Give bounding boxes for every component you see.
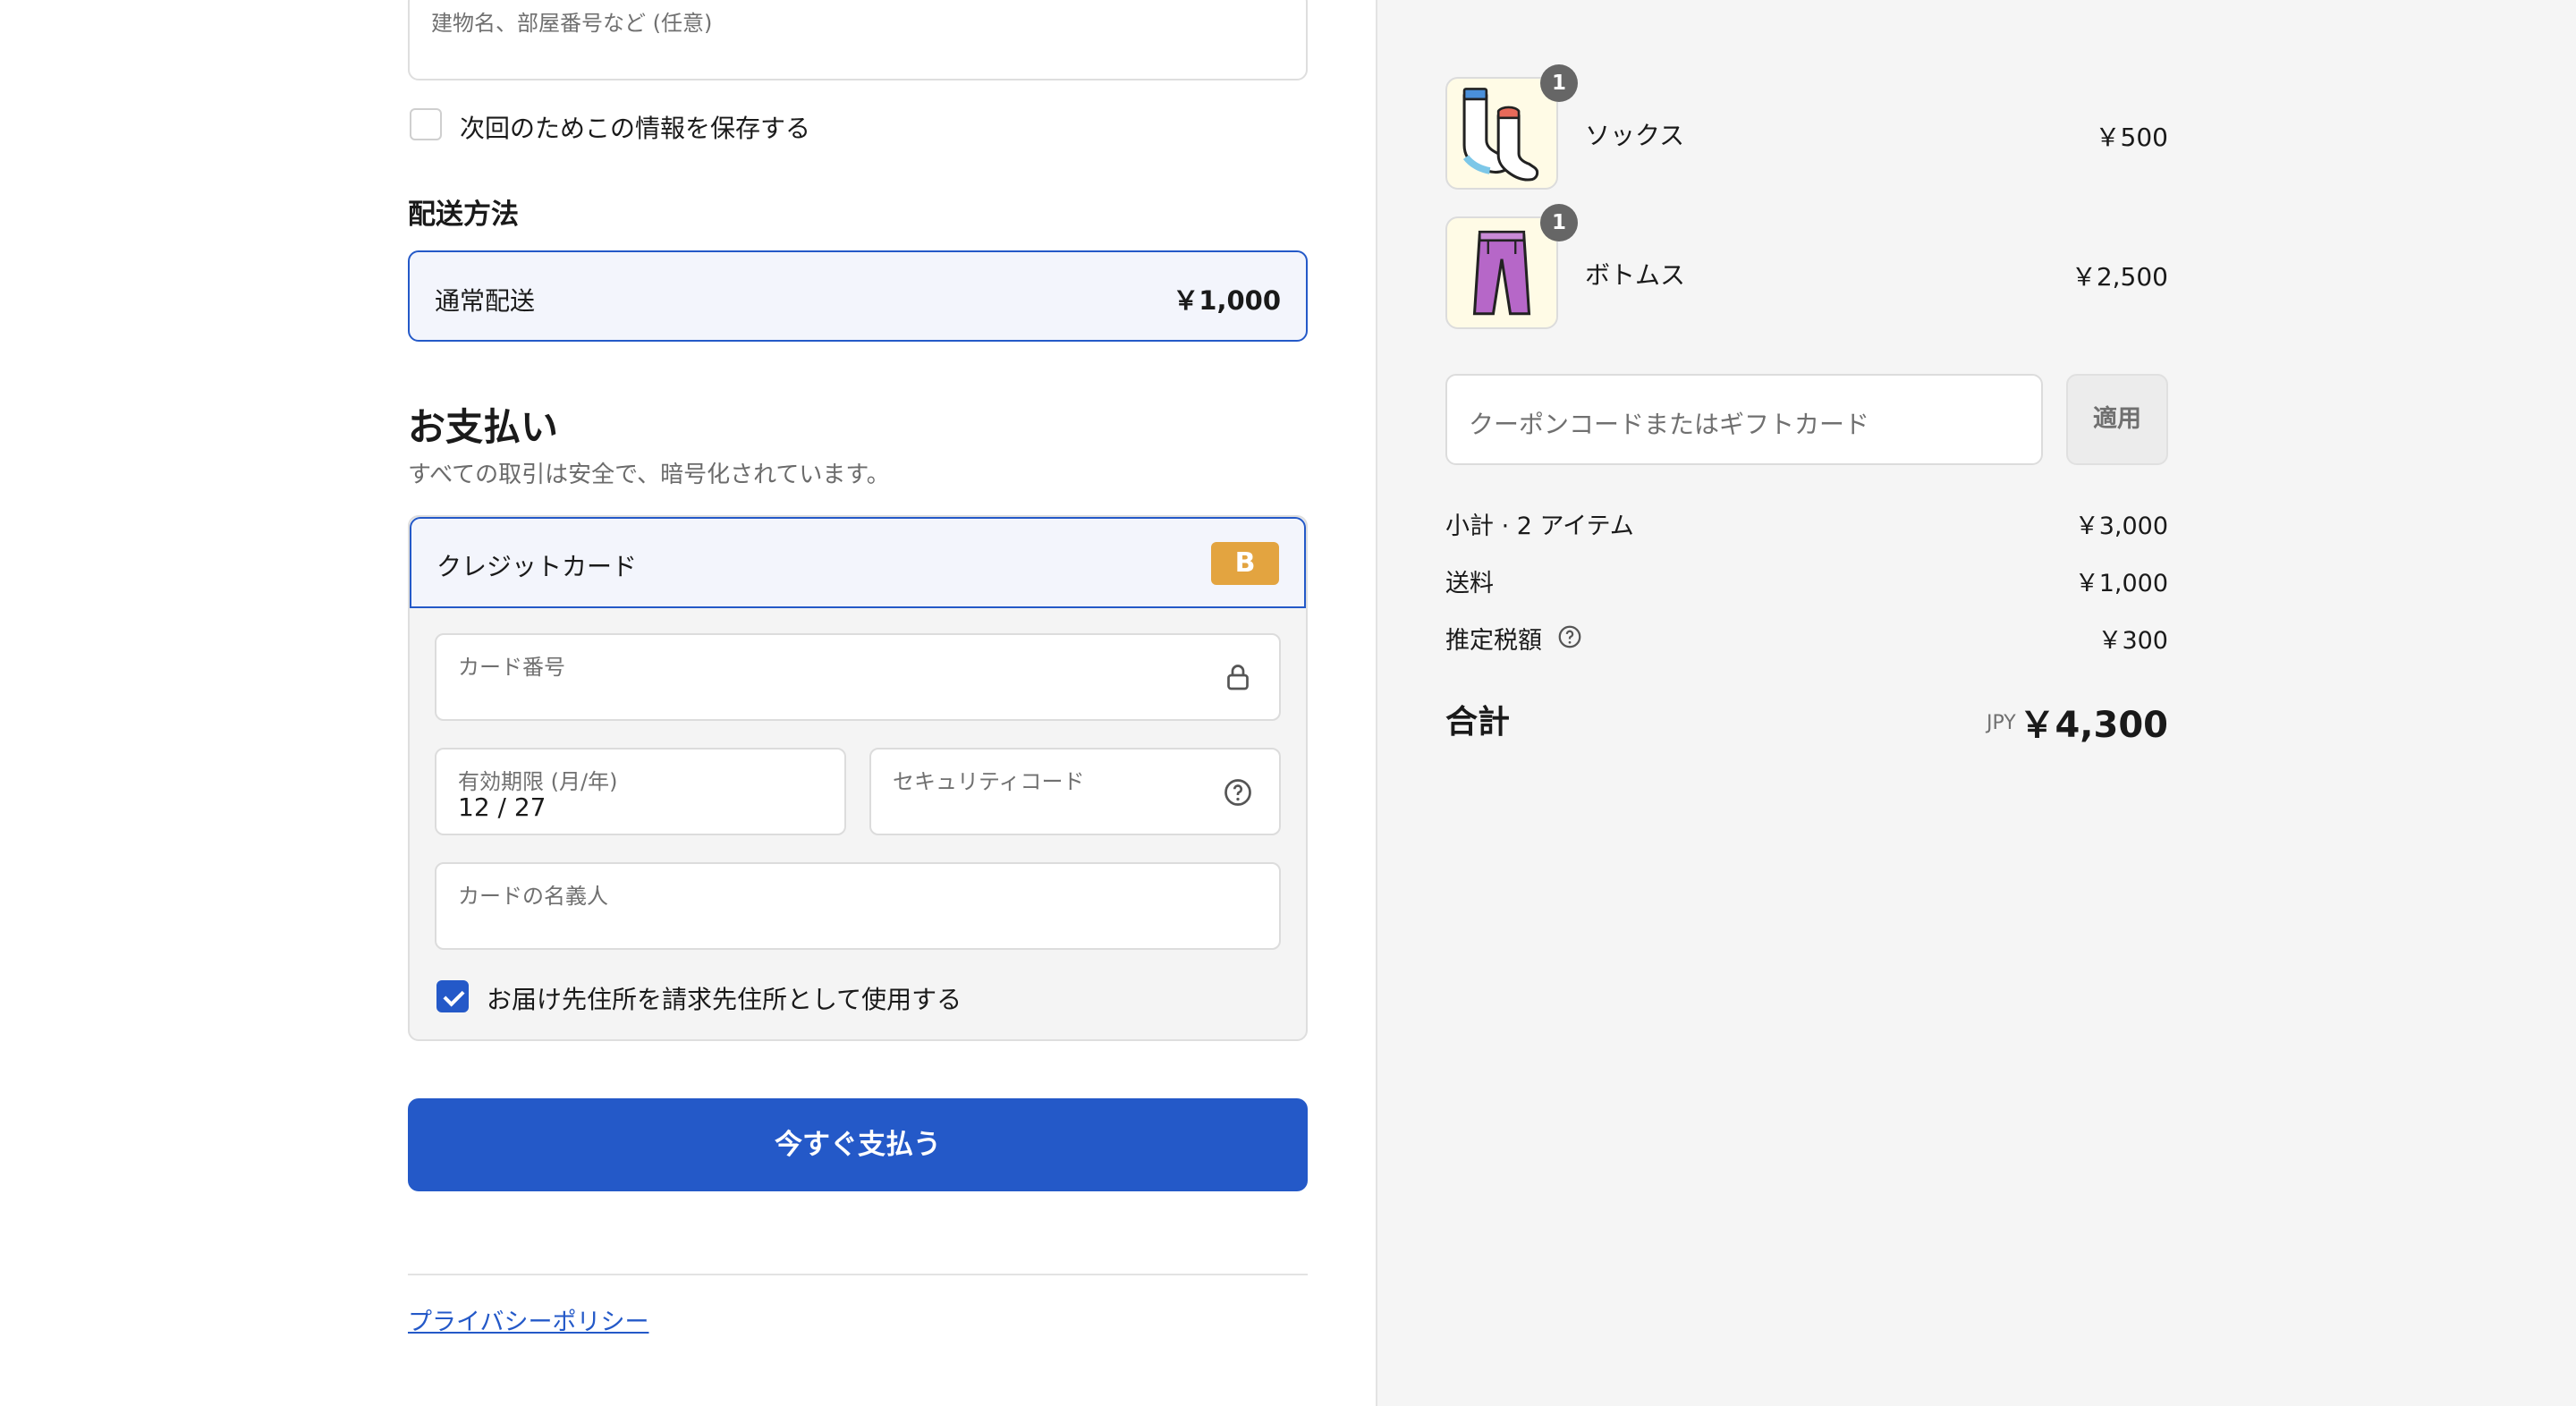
payment-method-name: クレジットカード (436, 552, 638, 581)
item-price: ￥500 (2095, 123, 2168, 152)
card-number-field[interactable]: カード番号 (435, 633, 1281, 721)
item-name: ボトムス (1585, 260, 1686, 290)
total-currency: JPY (1987, 712, 2016, 734)
subtotal-value: ￥3,000 (2074, 512, 2168, 540)
privacy-policy-link[interactable]: プライバシーポリシー (408, 1302, 648, 1337)
expiry-value: 12 / 27 (458, 792, 547, 822)
security-code-label: セキュリティコード (893, 769, 1085, 794)
lock-icon (1227, 665, 1249, 690)
pants-icon (1472, 230, 1531, 316)
item-thumbnail (1445, 77, 1558, 190)
shipping-method-price: ￥1,000 (1173, 285, 1281, 316)
checkout-form-panel: 建物名、部屋番号など (任意) 次回のためこの情報を保存する 配送方法 通常配送… (0, 0, 1376, 1406)
subtotal-label: 小計 · 2 アイテム (1445, 512, 1634, 540)
estimated-tax-label: 推定税額 (1445, 627, 1542, 655)
card-brand-badge: B (1211, 542, 1279, 585)
total-label: 合計 (1445, 704, 1511, 741)
coupon-input[interactable]: クーポンコードまたはギフトカード (1445, 374, 2043, 465)
tax-help-icon[interactable] (1556, 623, 1583, 650)
save-info-label: 次回のためこの情報を保存する (460, 114, 811, 143)
footer-divider (408, 1274, 1308, 1275)
security-code-field[interactable]: セキュリティコード (869, 748, 1281, 835)
apply-coupon-button[interactable]: 適用 (2066, 374, 2168, 465)
coupon-placeholder: クーポンコードまたはギフトカード (1469, 410, 1870, 439)
billing-same-label: お届け先住所を請求先住所として使用する (487, 985, 962, 1014)
order-summary-column: 1 ソックス ￥500 1 ボトムス ￥2,500 クーポンコードまたはギフトカ… (1445, 0, 2168, 1406)
expiry-field[interactable]: 有効期限 (月/年) 12 / 27 (435, 748, 846, 835)
apartment-input[interactable]: 建物名、部屋番号など (任意) (408, 0, 1308, 80)
cardholder-name-label: カードの名義人 (458, 884, 608, 909)
payment-method-panel: クレジットカード B カード番号 有効期限 (月/年) 12 / 27 セキュリ… (408, 515, 1308, 1041)
billing-same-checkbox[interactable] (436, 980, 469, 1012)
socks-icon (1462, 88, 1539, 182)
estimated-tax-value: ￥300 (2097, 627, 2168, 655)
checkout-form-column: 建物名、部屋番号など (任意) 次回のためこの情報を保存する 配送方法 通常配送… (408, 0, 1308, 1406)
payment-method-credit-card[interactable]: クレジットカード B (410, 517, 1306, 608)
card-number-label: カード番号 (458, 655, 565, 680)
total-value: ￥4,300 (2019, 705, 2168, 746)
shipping-cost-value: ￥1,000 (2074, 570, 2168, 597)
shipping-cost-label: 送料 (1445, 570, 1494, 597)
item-thumbnail (1445, 216, 1558, 329)
shipping-method-name: 通常配送 (435, 286, 536, 316)
expiry-label: 有効期限 (月/年) (458, 769, 618, 794)
item-quantity-badge: 1 (1540, 64, 1578, 102)
shipping-heading: 配送方法 (408, 199, 519, 231)
help-circle-icon[interactable] (1222, 776, 1254, 809)
shipping-method-option[interactable]: 通常配送 ￥1,000 (408, 250, 1308, 342)
cardholder-name-field[interactable]: カードの名義人 (435, 862, 1281, 950)
apartment-input-label: 建物名、部屋番号など (任意) (431, 11, 713, 36)
save-info-checkbox[interactable] (410, 108, 442, 140)
payment-heading: お支払い (408, 405, 559, 449)
pay-now-button[interactable]: 今すぐ支払う (408, 1098, 1308, 1191)
item-quantity-badge: 1 (1540, 204, 1578, 241)
payment-subtext: すべての取引は安全で、暗号化されています。 (408, 462, 890, 488)
item-price: ￥2,500 (2071, 262, 2168, 292)
item-name: ソックス (1585, 121, 1685, 150)
